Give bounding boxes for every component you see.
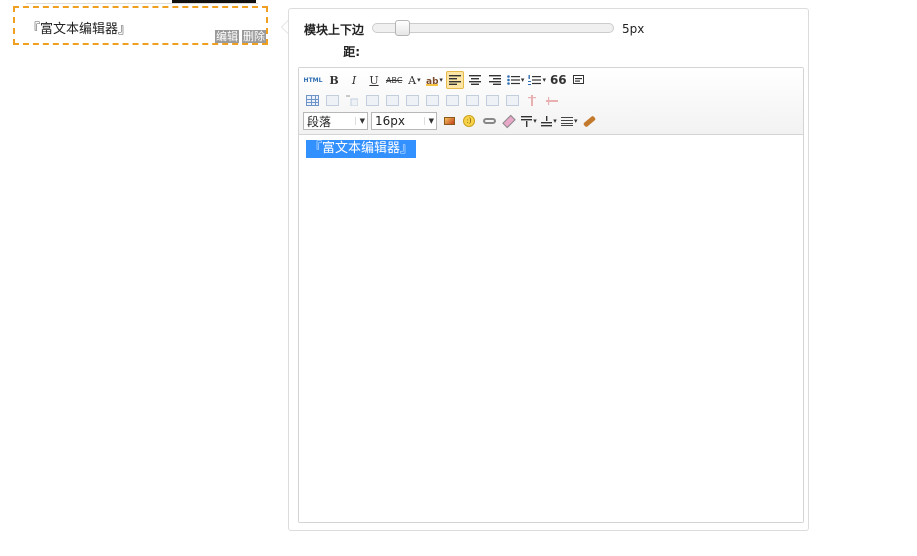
margin-label: 模块上下边 距:: [304, 19, 366, 63]
font-size-select-value: 16px: [375, 114, 405, 128]
underline-icon[interactable]: U: [365, 71, 383, 89]
editor-toolbar: HTML B I U ABC A ab 66: [299, 68, 803, 135]
bold-icon[interactable]: B: [325, 71, 343, 89]
margin-label-line2: 距:: [343, 45, 360, 59]
delete-table-icon[interactable]: [323, 91, 341, 109]
align-center-icon[interactable]: [466, 71, 484, 89]
previous-module-image: [26, 0, 258, 4]
split-rows-icon[interactable]: [523, 91, 541, 109]
delete-row-icon[interactable]: [383, 91, 401, 109]
ordered-list-icon[interactable]: [527, 71, 547, 89]
editor-stage: 『富文本编辑器』 编辑 删除 模块上下边 距: 5px HTML B I U A…: [0, 0, 917, 556]
toolbar-row-2: [303, 90, 563, 110]
rich-text-module[interactable]: 『富文本编辑器』 编辑 删除: [13, 6, 268, 45]
module-edit-button[interactable]: 编辑: [215, 30, 239, 43]
format-brush-icon[interactable]: [581, 112, 599, 130]
rich-text-editor: HTML B I U ABC A ab 66: [298, 67, 804, 523]
delete-col-icon[interactable]: [423, 91, 441, 109]
clear-format-icon[interactable]: [570, 71, 588, 89]
emotion-icon[interactable]: :): [460, 112, 478, 130]
eraser-icon[interactable]: [500, 112, 518, 130]
link-icon[interactable]: [480, 112, 498, 130]
strikethrough-icon[interactable]: ABC: [385, 71, 403, 89]
insert-caption-icon[interactable]: [343, 91, 361, 109]
font-size-select[interactable]: 16px ▼: [371, 112, 437, 130]
blockquote-icon[interactable]: 66: [549, 71, 568, 89]
editor-selected-text[interactable]: 『富文本编辑器』: [306, 140, 417, 158]
insert-table-icon[interactable]: [303, 91, 321, 109]
insert-row-above-icon[interactable]: [363, 91, 381, 109]
margin-value: 5px: [622, 22, 645, 36]
module-delete-button[interactable]: 删除: [242, 30, 266, 43]
split-cells-icon[interactable]: [503, 91, 521, 109]
paragraph-select[interactable]: 段落 ▼: [303, 112, 368, 130]
toolbar-row-3: 段落 ▼ 16px ▼ :): [303, 111, 601, 131]
split-cols-icon[interactable]: [543, 91, 561, 109]
paragraph-after-icon[interactable]: [540, 112, 558, 130]
editor-content-area[interactable]: 『富文本编辑器』: [299, 136, 803, 522]
margin-slider-handle[interactable]: [394, 20, 410, 36]
module-actions: 编辑 删除: [215, 30, 266, 43]
margin-label-line1: 模块上下边: [304, 23, 365, 37]
highlight-icon[interactable]: ab: [425, 71, 444, 89]
merge-cells-icon[interactable]: [443, 91, 461, 109]
paragraph-select-value: 段落: [307, 114, 332, 129]
merge-right-icon[interactable]: [463, 91, 481, 109]
source-icon[interactable]: HTML: [303, 71, 323, 89]
font-color-icon[interactable]: A: [405, 71, 423, 89]
chevron-down-icon: ▼: [423, 117, 434, 125]
italic-icon[interactable]: I: [345, 71, 363, 89]
align-left-icon[interactable]: [445, 71, 464, 89]
module-text: 『富文本编辑器』: [27, 22, 132, 37]
chevron-down-icon: ▼: [354, 117, 365, 125]
line-height-icon[interactable]: [560, 112, 579, 130]
module-settings-panel: 模块上下边 距: 5px HTML B I U ABC A ab: [288, 8, 809, 531]
insert-col-icon[interactable]: [403, 91, 421, 109]
paragraph-before-icon[interactable]: [520, 112, 538, 130]
toolbar-row-1: HTML B I U ABC A ab 66: [303, 70, 590, 90]
image-icon[interactable]: [440, 112, 458, 130]
unordered-list-icon[interactable]: [506, 71, 526, 89]
panel-pointer: [281, 20, 288, 34]
align-right-icon[interactable]: [486, 71, 504, 89]
merge-down-icon[interactable]: [483, 91, 501, 109]
